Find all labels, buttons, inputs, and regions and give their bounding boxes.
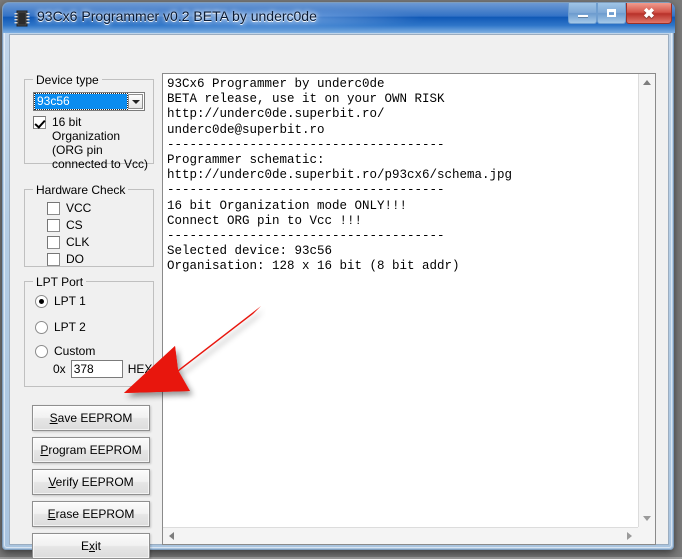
client-area: Device type 93c56 16 bit Organization (O… — [9, 34, 669, 559]
device-type-group-label: Device type — [33, 73, 102, 87]
radio-lpt1[interactable]: LPT 1 — [35, 295, 86, 308]
device-type-group: Device type 93c56 16 bit Organization (O… — [24, 73, 154, 171]
save-eeprom-button[interactable]: Save EEPROM — [32, 405, 150, 431]
device-type-selected-value: 93c56 — [34, 93, 128, 110]
log-output-text: 93Cx6 Programmer by underc0de BETA relea… — [167, 77, 513, 274]
hardware-checkbox-vcc-label: VCC — [66, 201, 92, 215]
checkbox-box — [47, 202, 60, 215]
lpt-port-group-label: LPT Port — [33, 275, 87, 289]
radio-lpt1-label: LPT 1 — [54, 294, 86, 308]
hardware-checkbox-do[interactable]: DO — [47, 253, 84, 266]
checkbox-box — [47, 219, 60, 232]
erase-button-label: rase EEPROM — [55, 507, 135, 521]
minimize-icon — [569, 3, 596, 23]
hardware-check-group: Hardware Check VCC CS CLK DO — [24, 183, 154, 267]
scroll-down-icon[interactable] — [639, 510, 655, 527]
hardware-checkbox-vcc[interactable]: VCC — [47, 202, 91, 215]
exit-button-pre: E — [80, 539, 89, 553]
radio-custom[interactable]: Custom — [35, 345, 95, 358]
maximize-button[interactable] — [597, 3, 626, 24]
checkbox-box-checked — [33, 116, 46, 129]
device-type-combobox[interactable]: 93c56 — [33, 92, 145, 111]
verify-eeprom-button[interactable]: Verify EEPROM — [32, 469, 150, 495]
checkbox-box — [47, 253, 60, 266]
chip-icon — [14, 10, 30, 27]
log-output-panel[interactable]: 93Cx6 Programmer by underc0de BETA relea… — [162, 73, 656, 545]
program-button-label: rogram EEPROM — [48, 443, 142, 457]
erase-eeprom-button[interactable]: Erase EEPROM — [32, 501, 150, 527]
hardware-check-group-label: Hardware Check — [33, 183, 129, 197]
radio-lpt2[interactable]: LPT 2 — [35, 321, 86, 334]
window-title: 93Cx6 Programmer v0.2 BETA by underc0de — [37, 8, 317, 24]
radio-circle-selected — [35, 295, 48, 308]
scrollbar-corner — [638, 527, 655, 544]
hardware-checkbox-cs-label: CS — [66, 218, 83, 232]
hex-prefix-label: 0x — [53, 362, 66, 376]
org-16bit-checkbox[interactable]: 16 bit Organization (ORG pin connected t… — [33, 115, 149, 171]
org-16bit-label: 16 bit Organization (ORG pin connected t… — [52, 115, 149, 171]
erase-button-accel: E — [47, 507, 56, 521]
desktop-background: 93Cx6 Programmer v0.2 BETA by underc0de … — [0, 0, 682, 559]
hardware-checkbox-clk-label: CLK — [66, 235, 90, 249]
horizontal-scrollbar[interactable] — [163, 527, 638, 544]
custom-port-row: 0x HEX — [53, 360, 152, 378]
checkbox-box — [47, 236, 60, 249]
verify-button-accel: V — [48, 475, 56, 489]
radio-circle — [35, 321, 48, 334]
vertical-scrollbar[interactable] — [638, 74, 655, 527]
radio-lpt2-label: LPT 2 — [54, 320, 86, 334]
scroll-up-icon[interactable] — [639, 74, 655, 91]
close-icon: ✖ — [643, 5, 655, 21]
radio-circle — [35, 345, 48, 358]
maximize-icon — [598, 3, 625, 23]
title-bar[interactable]: 93Cx6 Programmer v0.2 BETA by underc0de … — [3, 3, 675, 33]
device-type-dropdown-button[interactable] — [128, 94, 143, 109]
save-button-accel: S — [49, 411, 58, 425]
scroll-right-icon[interactable] — [621, 528, 638, 544]
custom-port-input[interactable] — [70, 360, 123, 378]
close-button[interactable]: ✖ — [626, 3, 672, 24]
hardware-checkbox-do-label: DO — [66, 252, 84, 266]
application-window: 93Cx6 Programmer v0.2 BETA by underc0de … — [2, 2, 675, 559]
lpt-port-group: LPT Port LPT 1 LPT 2 Custom 0x HEX — [24, 275, 154, 387]
verify-button-label: erify EEPROM — [55, 475, 134, 489]
exit-button-label: it — [95, 539, 101, 553]
radio-custom-label: Custom — [54, 344, 96, 358]
scroll-left-icon[interactable] — [163, 528, 180, 544]
hardware-checkbox-clk[interactable]: CLK — [47, 236, 89, 249]
hardware-checkbox-cs[interactable]: CS — [47, 219, 83, 232]
chevron-down-icon — [131, 99, 140, 104]
minimize-button[interactable] — [568, 3, 597, 24]
save-button-label: ave EEPROM — [57, 411, 133, 425]
hex-suffix-label: HEX — [127, 362, 153, 376]
program-eeprom-button[interactable]: Program EEPROM — [32, 437, 150, 463]
exit-button[interactable]: Exit — [32, 533, 150, 559]
